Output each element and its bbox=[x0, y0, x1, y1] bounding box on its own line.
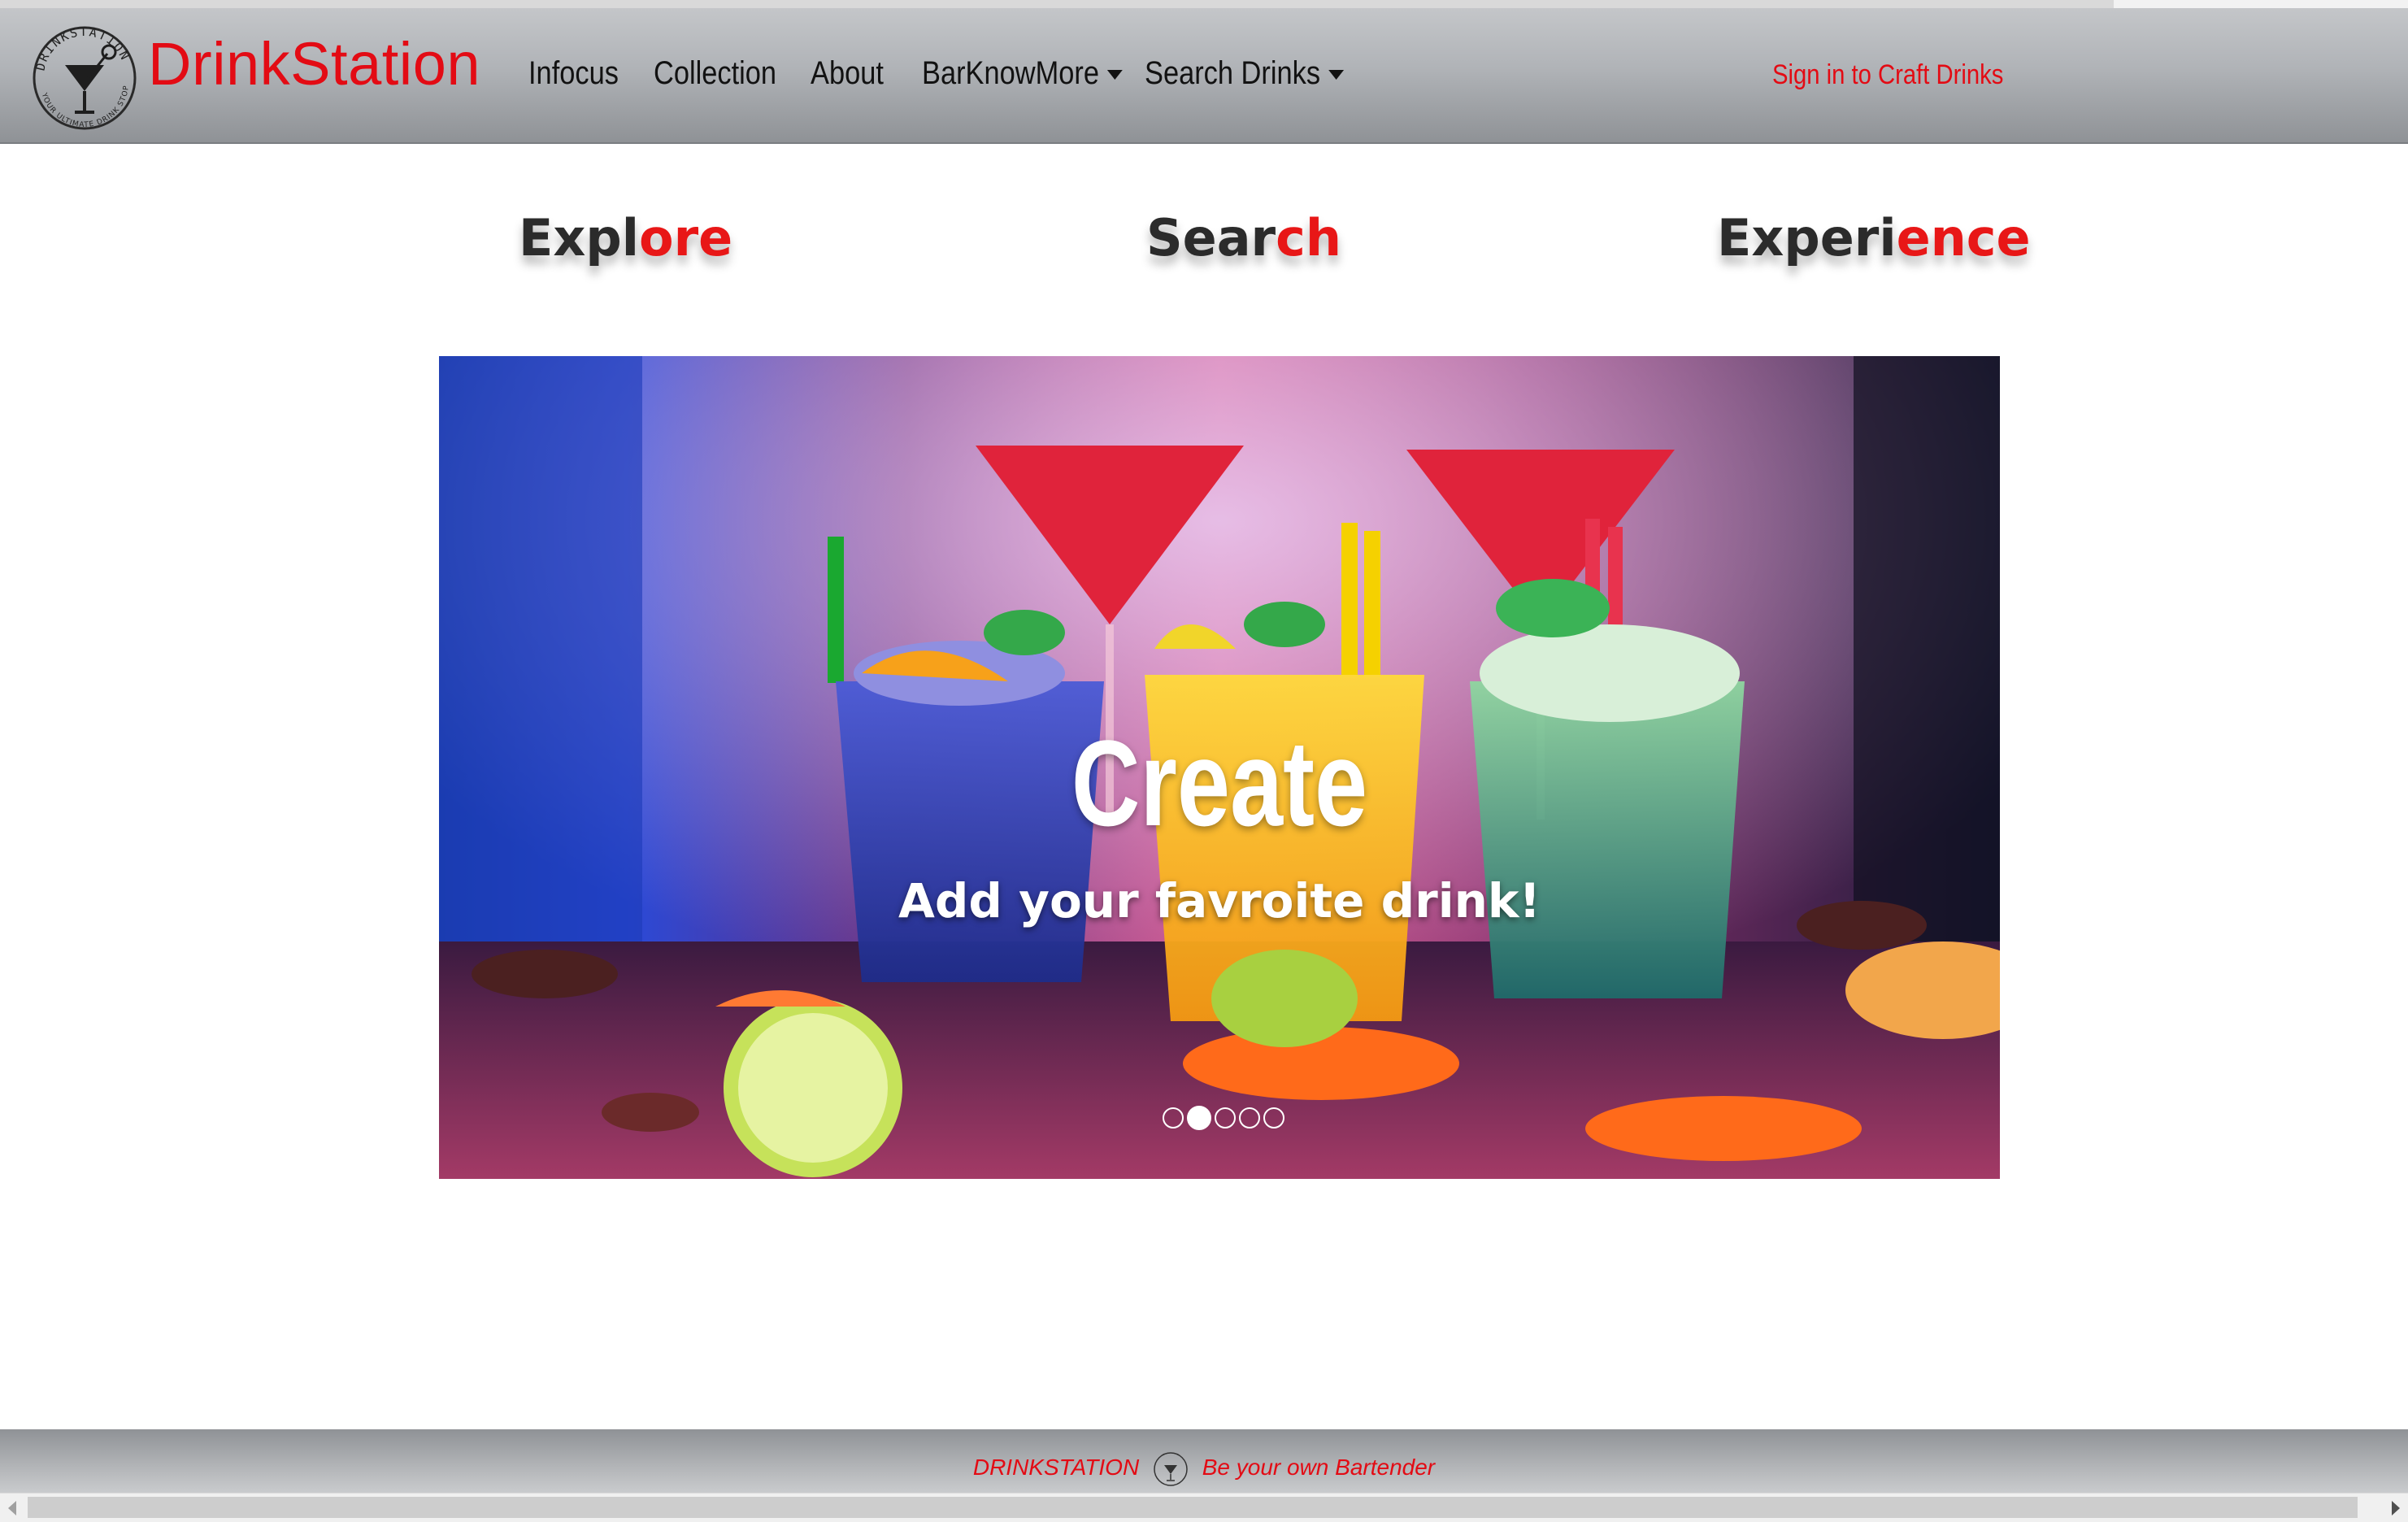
carousel-indicator-2[interactable] bbox=[1187, 1106, 1211, 1130]
scroll-right-arrow-icon[interactable] bbox=[2392, 1501, 2400, 1515]
nav-barknowmore-dropdown[interactable]: BarKnowMore bbox=[922, 47, 1124, 99]
tagline-search: Search bbox=[1146, 202, 1341, 275]
tagline-experience-accent: ence bbox=[1896, 208, 2031, 267]
nav-collection-label: Collection bbox=[654, 55, 777, 91]
nav-about[interactable]: About bbox=[811, 47, 884, 99]
page-footer: DRINKSTATION Be your own Bartender bbox=[0, 1429, 2408, 1493]
horizontal-scrollbar[interactable] bbox=[0, 1493, 2408, 1522]
hero-carousel[interactable]: Create Add your favroite drink! bbox=[439, 356, 2000, 1179]
nav-collection[interactable]: Collection bbox=[654, 47, 776, 99]
sign-in-link[interactable]: Sign in to Craft Drinks bbox=[1772, 52, 2003, 98]
tagline-search-dark: Sear bbox=[1146, 208, 1276, 267]
nav-search-drinks-label: Search Drinks bbox=[1145, 55, 1321, 91]
top-navbar: DRINKSTATION YOUR ULTIMATE DRINK STOP Dr… bbox=[0, 8, 2408, 144]
tagline-explore: Explore bbox=[519, 202, 732, 275]
nav-about-label: About bbox=[811, 55, 884, 91]
carousel-indicators bbox=[1163, 1106, 1284, 1132]
footer-logo-icon bbox=[1154, 1451, 1188, 1486]
svg-text:DRINKSTATION: DRINKSTATION bbox=[33, 24, 133, 72]
carousel-indicator-5[interactable] bbox=[1263, 1107, 1284, 1128]
loading-bar bbox=[0, 0, 2114, 8]
slide-title: Create bbox=[1071, 715, 1368, 851]
tagline-experience-dark: Experi bbox=[1717, 208, 1897, 267]
tagline-search-accent: ch bbox=[1276, 208, 1342, 267]
nav-infocus-label: Infocus bbox=[528, 55, 619, 91]
carousel-indicator-1[interactable] bbox=[1163, 1107, 1184, 1128]
tagline-explore-dark: Expl bbox=[519, 208, 639, 267]
brand-name[interactable]: DrinkStation bbox=[148, 28, 480, 101]
nav-infocus[interactable]: Infocus bbox=[528, 47, 619, 99]
browser-top-edge bbox=[0, 0, 2408, 8]
footer-content: DRINKSTATION Be your own Bartender bbox=[0, 1449, 2408, 1488]
footer-brand: DRINKSTATION bbox=[972, 1455, 1140, 1480]
slide-subtitle: Add your favroite drink! bbox=[898, 873, 1541, 928]
nav-barknowmore-label: BarKnowMore bbox=[922, 55, 1099, 91]
tagline-experience: Experience bbox=[1717, 202, 2031, 275]
tagline-explore-accent: ore bbox=[638, 208, 733, 267]
brand-logo-icon[interactable]: DRINKSTATION YOUR ULTIMATE DRINK STOP bbox=[29, 15, 138, 133]
chevron-down-icon bbox=[1328, 70, 1345, 80]
footer-slogan: Be your own Bartender bbox=[1202, 1455, 1436, 1480]
chevron-down-icon bbox=[1107, 70, 1124, 80]
scrollbar-thumb[interactable] bbox=[28, 1497, 2358, 1518]
nav-search-drinks-dropdown[interactable]: Search Drinks bbox=[1145, 47, 1345, 99]
carousel-indicator-3[interactable] bbox=[1215, 1107, 1236, 1128]
carousel-indicator-4[interactable] bbox=[1239, 1107, 1260, 1128]
scroll-left-arrow-icon[interactable] bbox=[8, 1501, 16, 1515]
